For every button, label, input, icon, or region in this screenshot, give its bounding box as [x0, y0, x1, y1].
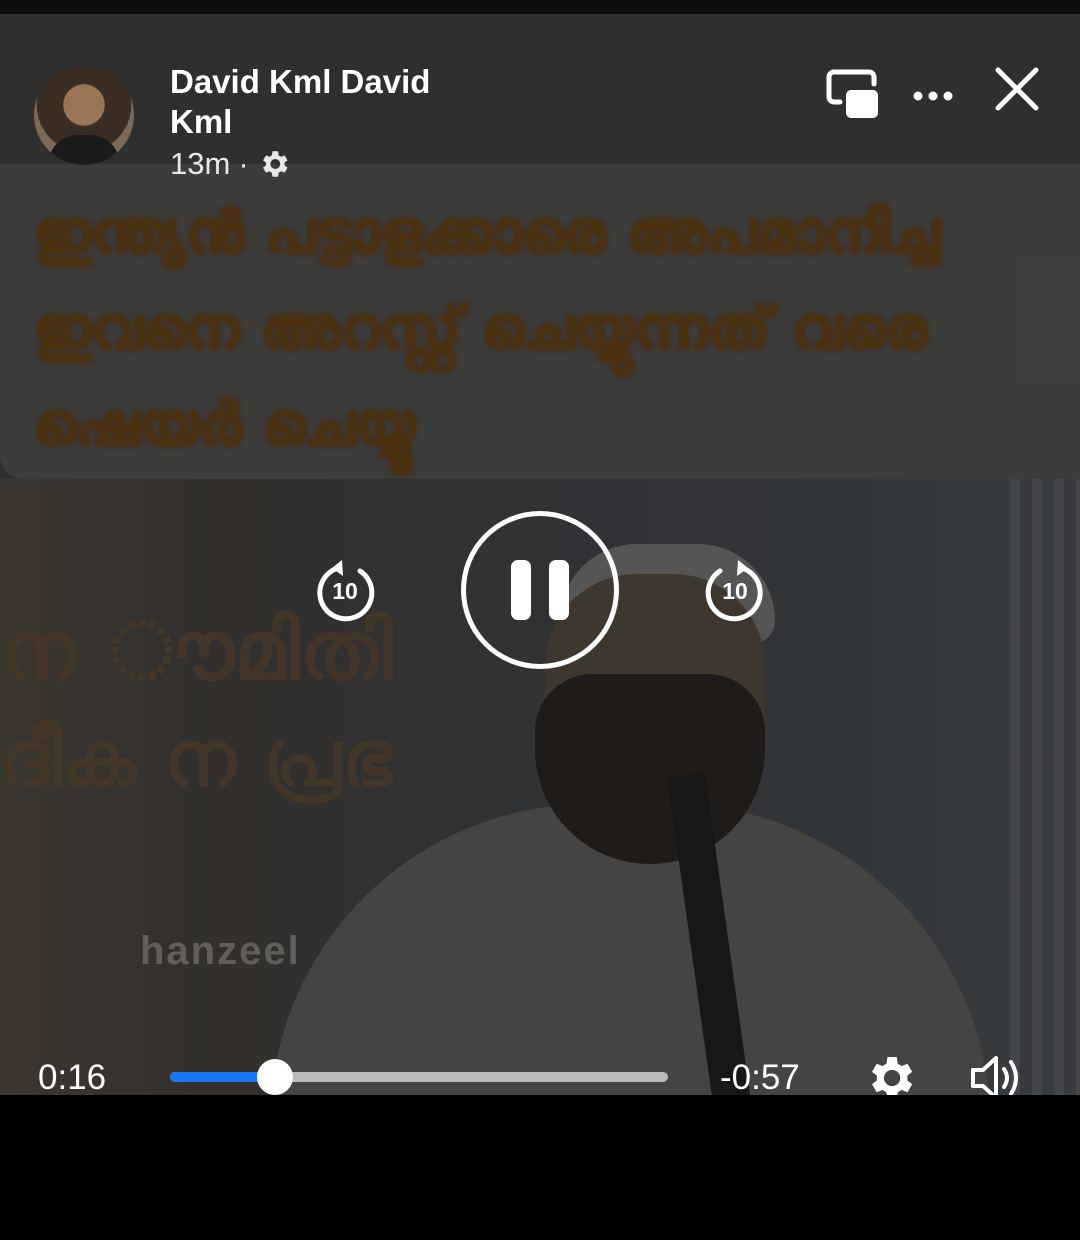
settings-gear-icon — [872, 1057, 913, 1095]
seek-bar[interactable] — [170, 1059, 668, 1095]
author-name[interactable]: David Kml David Kml — [170, 62, 490, 142]
remaining-time: -0:57 — [720, 1058, 800, 1095]
post-meta: 13m · — [170, 146, 291, 182]
gear-icon — [262, 151, 288, 177]
avatar-shirt — [48, 135, 120, 165]
more-options-icon — [913, 91, 953, 101]
forward-10-button[interactable]: 10 — [700, 552, 770, 628]
settings-button[interactable] — [860, 1048, 920, 1095]
seek-bar-handle[interactable] — [256, 1059, 293, 1095]
rewind-10-button[interactable]: 10 — [310, 552, 380, 628]
volume-icon — [971, 1056, 1018, 1095]
status-strip — [0, 0, 1080, 14]
video-player[interactable]: ഇന്ത്യൻ പട്ടാളക്കാരെ അപമാനിച്ച ഇവനെ അറസ്… — [0, 14, 1080, 1095]
close-button[interactable] — [990, 62, 1044, 116]
forward-seconds: 10 — [722, 578, 748, 604]
pause-icon — [511, 560, 569, 620]
more-options-button[interactable] — [908, 76, 958, 116]
current-time: 0:16 — [38, 1058, 107, 1095]
volume-button[interactable] — [966, 1048, 1028, 1095]
picture-in-picture-icon — [826, 69, 878, 118]
close-icon — [995, 67, 1039, 111]
timestamp: 13m — [170, 146, 231, 181]
avatar[interactable] — [34, 65, 134, 165]
pause-button[interactable] — [461, 511, 619, 669]
meta-separator: · — [238, 146, 249, 181]
picture-in-picture-button[interactable] — [822, 64, 882, 122]
rewind-seconds: 10 — [332, 578, 358, 604]
